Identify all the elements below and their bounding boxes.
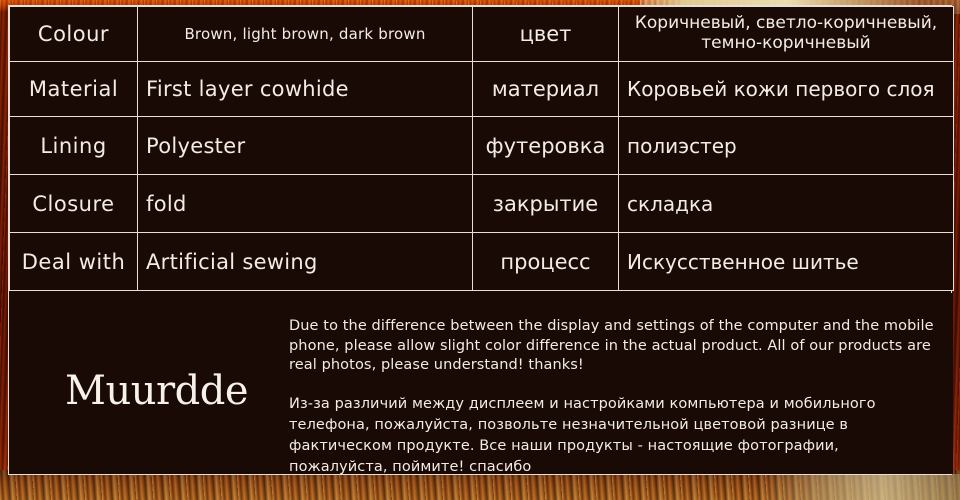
spec-label-en: Closure [9, 174, 138, 233]
table-row: Material First layer cowhide материал Коров… [9, 61, 954, 117]
disclaimer-russian: Из-за различий между дисплеем и настройк… [289, 395, 876, 475]
specification-table: Colour Brown, light brown, dark brown цвет… [9, 6, 954, 291]
spec-value-en: Polyester [137, 116, 473, 175]
footer-section: Muurdde Due to the difference between th… [9, 293, 953, 475]
spec-value-ru: Коровьей кожи первого слоя [618, 61, 954, 117]
disclaimer-block: Due to the difference between the displa… [289, 293, 953, 478]
brand-block: Muurdde [9, 293, 289, 474]
spec-label-ru: процесс [472, 232, 619, 291]
spec-value-en: Artificial sewing [137, 232, 473, 291]
spec-label-ru: материал [472, 61, 619, 117]
spec-label-en: Material [9, 61, 138, 117]
spec-label-en: Deal with [9, 232, 138, 291]
spec-label-ru: футеровка [472, 116, 619, 175]
spec-value-en: fold [137, 174, 473, 233]
product-spec-image: Colour Brown, light brown, dark brown цвет… [0, 0, 960, 500]
spec-value-en: First layer cowhide [137, 61, 473, 117]
spec-value-ru: Коричневый, светло-коричневый, темно-кор… [618, 6, 954, 62]
disclaimer-english: Due to the difference between the displa… [289, 318, 934, 374]
content-panel: Colour Brown, light brown, dark brown цвет… [8, 5, 954, 475]
table-row: Deal with Artificial sewing процесс Искусст… [9, 232, 954, 291]
spec-value-ru: складка [618, 174, 954, 233]
spec-label-ru: закрытие [472, 174, 619, 233]
brand-logo-text: Muurdde [65, 368, 248, 414]
spec-value-en: Brown, light brown, dark brown [137, 6, 473, 62]
table-row: Lining Polyester футеровка полиэстер [9, 116, 954, 175]
leather-texture-bottom-right [760, 474, 960, 500]
spec-label-en: Lining [9, 116, 138, 175]
spec-value-ru: Искусственное шитье [618, 232, 954, 291]
spec-value-ru: полиэстер [618, 116, 954, 175]
brand-logo: Muurdde [65, 371, 248, 411]
spec-label-en: Colour [9, 6, 138, 62]
spec-label-ru: цвет [472, 6, 619, 62]
table-row: Colour Brown, light brown, dark brown цвет… [9, 6, 954, 62]
table-row: Closure fold закрытие складка [9, 174, 954, 233]
